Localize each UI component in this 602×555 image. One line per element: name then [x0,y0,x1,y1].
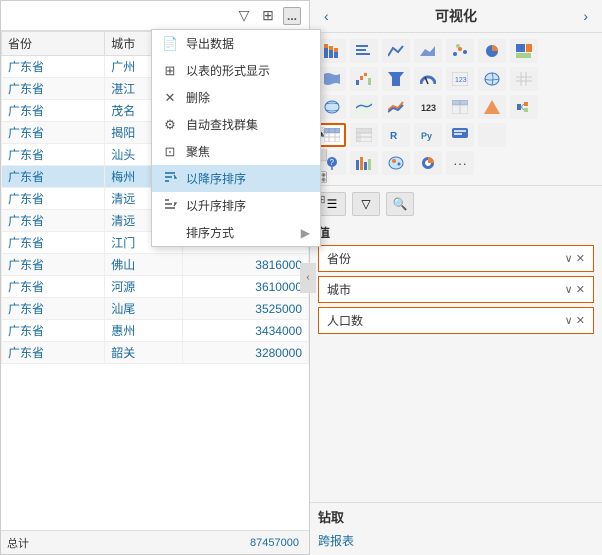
field-province-actions: ∨ ✕ [565,252,585,265]
collapse-panel-button[interactable]: ‹ [300,263,316,293]
table-toolbar: ▽ ⊞ ... [1,1,309,31]
menu-item-label: 删除 [186,89,210,106]
table-row[interactable]: 广东省河源3610000 [2,276,309,298]
table-row[interactable]: 广东省惠州3434000 [2,320,309,342]
viz-header: ‹ 可视化 › [310,0,602,33]
viz-icon-matrix[interactable] [510,67,538,91]
table-row[interactable]: 广东省汕尾3525000 [2,298,309,320]
viz-icon-scatter[interactable] [446,39,474,63]
field-filter-icon[interactable]: ▽ [352,192,380,216]
viz-icon-triangle[interactable] [478,95,506,119]
menu-item-icon [162,197,178,214]
menu-item-icon: ✕ [162,90,178,106]
field-city-actions: ∨ ✕ [565,283,585,296]
viz-icon-map[interactable] [478,67,506,91]
field-population-label: 人口数 [327,312,363,329]
viz-icon-r-script[interactable]: R [382,123,410,147]
table-row[interactable]: 广东省佛山3816000 [2,254,309,276]
field-province-label: 省份 [327,250,351,267]
viz-icon-bar2[interactable] [350,151,378,175]
context-menu-item[interactable]: ✕ 删除 [152,84,320,111]
col-header-province: 省份 [2,32,105,56]
context-menu-item[interactable]: 排序方式 ▶ [152,219,320,246]
menu-item-icon [162,170,178,187]
svg-text:123: 123 [421,103,436,113]
viz-icon-card[interactable]: 123 [446,67,474,91]
viz-nav-right[interactable]: › [579,6,592,26]
viz-icon-mappin[interactable] [382,151,410,175]
table-row[interactable]: 广东省韶关3280000 [2,342,309,364]
menu-item-label: 导出数据 [186,35,234,52]
viz-icon-ribbon[interactable] [318,67,346,91]
values-label: 值 [318,224,594,241]
viz-icon-line2[interactable] [382,95,410,119]
filter-icon[interactable]: ▽ [235,7,253,25]
table-footer: 总计 87457000 [1,530,309,554]
viz-icon-python[interactable]: Py [414,123,442,147]
viz-icon-waterfall[interactable] [350,67,378,91]
viz-icon-decomp[interactable] [510,95,538,119]
context-menu: 📄 导出数据 ⊞ 以表的形式显示 ✕ 删除 ⚙ 自动查找群集 ⊡ 聚焦以降序排序以升序排序排序方式… [151,29,321,247]
left-panel: ▽ ⊞ ... 省份 城市 人口数 广东省广州8323000广东省湛江80420… [0,0,310,555]
viz-icon-line[interactable] [382,39,410,63]
menu-item-arrow: ▶ [301,226,310,240]
viz-icon-smartnarrative[interactable] [446,123,474,147]
viz-icon-arcgis-map[interactable] [350,95,378,119]
viz-icon-number[interactable]: 123 [414,95,442,119]
drill-title: 钻取 [318,507,594,526]
viz-nav-left[interactable]: ‹ [320,6,333,26]
context-menu-item[interactable]: 以降序排序 [152,165,320,192]
field-search-icon[interactable]: 🔍 [386,192,414,216]
field-item-population[interactable]: 人口数 ∨ ✕ [318,307,594,334]
viz-icon-more[interactable]: ··· [446,151,474,175]
viz-icon-stacked-bar[interactable] [318,39,346,63]
drill-item-crosstable[interactable]: 跨报表 [318,530,594,551]
svg-text:123: 123 [455,77,467,84]
footer-value: 87457000 [250,537,299,549]
context-menu-item[interactable]: ⊞ 以表的形式显示 [152,57,320,84]
more-options-button[interactable]: ... [283,7,301,25]
table-icon[interactable]: ⊞ [259,7,277,25]
field-toolbar: ☰ ▽ 🔍 [318,192,594,216]
viz-icon-gauge[interactable] [414,67,442,91]
menu-item-label: 以表的形式显示 [186,62,270,79]
viz-icon-area[interactable] [414,39,442,63]
menu-item-icon: ⚙ [162,117,178,133]
viz-title: 可视化 [435,6,477,26]
viz-icon-blank[interactable] [478,123,506,147]
field-item-province[interactable]: 省份 ∨ ✕ [318,245,594,272]
viz-icon-donut[interactable] [414,151,442,175]
right-panel: ‹ 🔊 ⬜ 🎛 ⊞ ‹ 可视化 › [310,0,602,555]
context-menu-item[interactable]: ⚙ 自动查找群集 [152,111,320,138]
drill-section: 钻取 跨报表 [310,502,602,555]
viz-icon-table2[interactable] [446,95,474,119]
viz-icon-pie[interactable] [478,39,506,63]
footer-label: 总计 [7,535,29,551]
menu-item-label: 自动查找群集 [186,116,258,133]
fields-area: ☰ ▽ 🔍 值 省份 ∨ ✕ 城市 ∨ ✕ 人口数 ∨ ✕ [310,186,602,502]
field-city-label: 城市 [327,281,351,298]
menu-item-label: 以升序排序 [186,197,246,214]
menu-item-icon: ⊞ [162,63,178,79]
svg-text:R: R [390,131,398,142]
menu-item-label: 聚焦 [186,143,210,160]
viz-icon-funnel[interactable] [382,67,410,91]
viz-icon-bar[interactable] [350,39,378,63]
svg-text:Py: Py [421,131,432,141]
field-population-actions: ∨ ✕ [565,314,585,327]
menu-item-label: 排序方式 [186,224,234,241]
field-item-city[interactable]: 城市 ∨ ✕ [318,276,594,303]
menu-item-label: 以降序排序 [186,170,246,187]
viz-icon-treemap[interactable] [510,39,538,63]
context-menu-item[interactable]: 📄 导出数据 [152,30,320,57]
menu-item-icon: 📄 [162,36,178,52]
context-menu-item[interactable]: ⊡ 聚焦 [152,138,320,165]
viz-icons-area: 123 123 [310,33,602,186]
viz-icon-globe[interactable] [318,95,346,119]
menu-item-icon: ⊡ [162,144,178,160]
context-menu-item[interactable]: 以升序排序 [152,192,320,219]
viz-icon-matrix2[interactable] [350,123,378,147]
